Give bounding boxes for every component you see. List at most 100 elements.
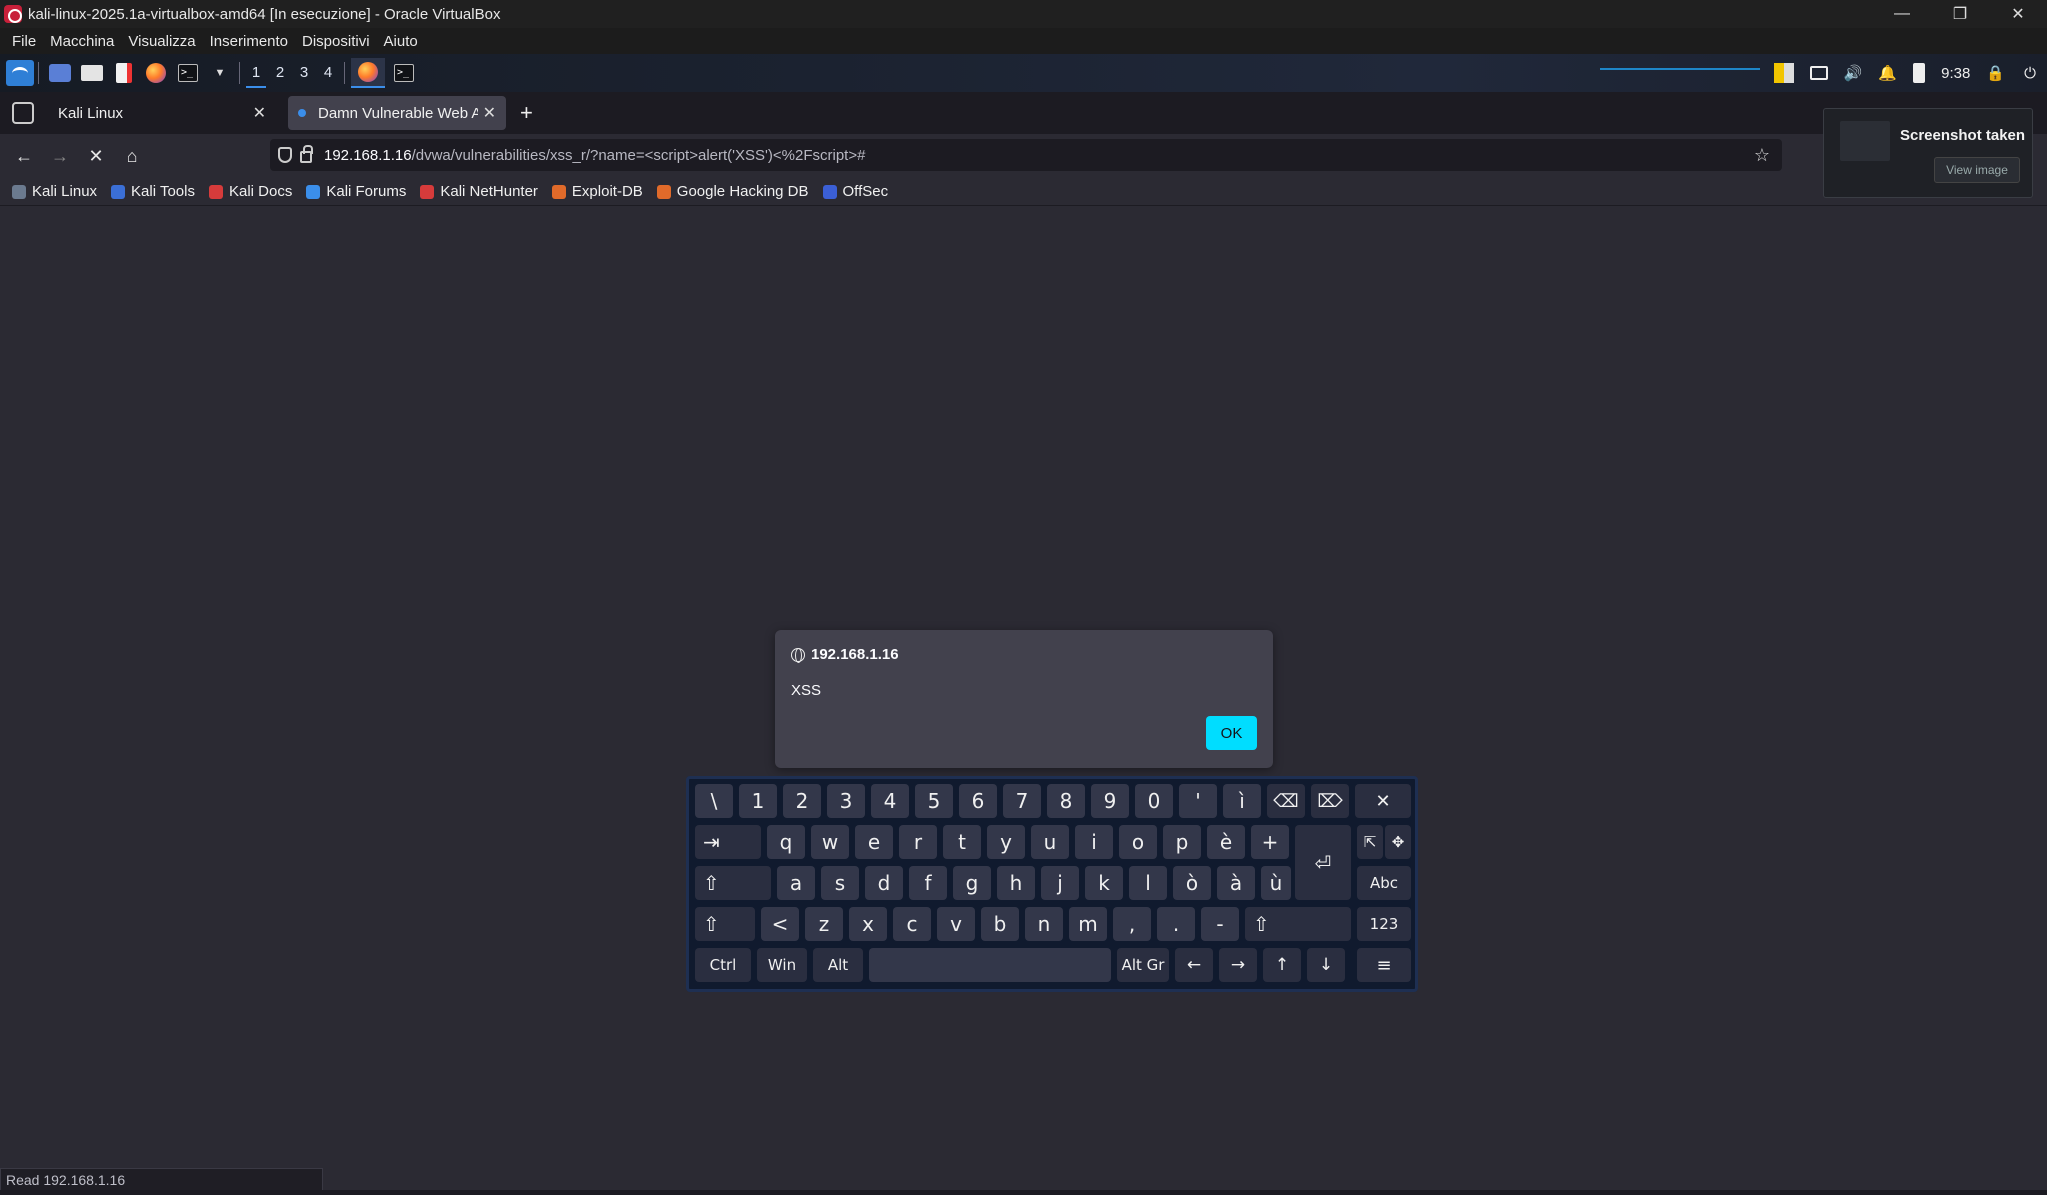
key-period[interactable]: . <box>1157 907 1195 941</box>
taskbar-terminal[interactable]: >_ <box>387 58 421 88</box>
menu-visualizza[interactable]: Visualizza <box>128 33 195 50</box>
enter-key[interactable]: ⏎ <box>1295 825 1351 900</box>
bookmark-google-hacking-db[interactable]: Google Hacking DB <box>656 183 809 200</box>
arrow-down-key[interactable]: ↓ <box>1307 948 1345 982</box>
bookmark-offsec[interactable]: OffSec <box>822 183 888 200</box>
volume-icon[interactable]: 🔊 <box>1844 64 1863 82</box>
bookmark-kali-nethunter[interactable]: Kali NetHunter <box>420 183 538 200</box>
key-e-grave[interactable]: è <box>1207 825 1245 859</box>
key-o[interactable]: o <box>1119 825 1157 859</box>
launcher-dropdown[interactable]: ▼ <box>205 58 235 88</box>
workspace-4[interactable]: 4 <box>316 58 340 88</box>
back-button[interactable]: ← <box>6 140 42 172</box>
key-s[interactable]: s <box>821 866 859 900</box>
bookmark-kali-tools[interactable]: Kali Tools <box>111 183 195 200</box>
ok-button[interactable]: OK <box>1206 716 1257 750</box>
bookmark-exploit-db[interactable]: Exploit-DB <box>551 183 643 200</box>
menu-dispositivi[interactable]: Dispositivi <box>302 33 370 50</box>
bookmark-kali-linux[interactable]: Kali Linux <box>12 183 97 200</box>
menu-file[interactable]: File <box>12 33 36 50</box>
menu-inserimento[interactable]: Inserimento <box>210 33 288 50</box>
tab-dvwa[interactable]: Damn Vulnerable Web Ap ✕ <box>288 96 506 130</box>
list-all-tabs-icon[interactable] <box>12 102 34 124</box>
arrow-right-key[interactable]: → <box>1219 948 1257 982</box>
key-7[interactable]: 7 <box>1003 784 1041 818</box>
key-a-grave[interactable]: à <box>1217 866 1255 900</box>
key-less-than[interactable]: < <box>761 907 799 941</box>
text-editor-button[interactable] <box>109 58 139 88</box>
arrow-left-key[interactable]: ← <box>1175 948 1213 982</box>
key-o-grave[interactable]: ò <box>1173 866 1211 900</box>
space-key[interactable] <box>869 948 1111 982</box>
key-e[interactable]: e <box>855 825 893 859</box>
power-icon[interactable]: ⏻ <box>2021 65 2039 82</box>
forward-button[interactable]: → <box>42 140 78 172</box>
tab-kali-linux[interactable]: Kali Linux ✕ <box>48 96 276 130</box>
workspace-2[interactable]: 2 <box>268 58 292 88</box>
key-u[interactable]: u <box>1031 825 1069 859</box>
key-4[interactable]: 4 <box>871 784 909 818</box>
abc-key[interactable]: Abc <box>1357 866 1411 900</box>
workspace-switcher-icon[interactable] <box>1773 63 1794 83</box>
key-9[interactable]: 9 <box>1091 784 1129 818</box>
bookmark-kali-forums[interactable]: Kali Forums <box>306 183 406 200</box>
key-w[interactable]: w <box>811 825 849 859</box>
key-3[interactable]: 3 <box>827 784 865 818</box>
clock[interactable]: 9:38 <box>1941 65 1970 82</box>
key-backslash[interactable]: \ <box>695 784 733 818</box>
screenshot-notification[interactable]: Screenshot taken View image <box>1823 108 2033 198</box>
stop-button[interactable]: ✕ <box>78 140 114 172</box>
caps-shift-key[interactable]: ⇧ <box>695 866 771 900</box>
key-0[interactable]: 0 <box>1135 784 1173 818</box>
new-tab-button[interactable]: + <box>520 100 533 126</box>
display-icon[interactable] <box>1809 66 1828 80</box>
keyboard-menu-key[interactable]: ≡ <box>1357 948 1411 982</box>
taskbar-firefox[interactable] <box>351 58 385 88</box>
key-6[interactable]: 6 <box>959 784 997 818</box>
key-x[interactable]: x <box>849 907 887 941</box>
restore-button[interactable]: ❐ <box>1931 0 1989 28</box>
tab-key[interactable]: ⇥ <box>695 825 761 859</box>
backspace-key[interactable]: ⌫ <box>1267 784 1305 818</box>
arrow-up-key[interactable]: ↑ <box>1263 948 1301 982</box>
key-i-grave[interactable]: ì <box>1223 784 1261 818</box>
key-h[interactable]: h <box>997 866 1035 900</box>
key-m[interactable]: m <box>1069 907 1107 941</box>
key-8[interactable]: 8 <box>1047 784 1085 818</box>
key-g[interactable]: g <box>953 866 991 900</box>
terminal-launcher[interactable]: >_ <box>173 58 203 88</box>
altgr-key[interactable]: Alt Gr <box>1117 948 1169 982</box>
close-tab-icon[interactable]: ✕ <box>253 103 266 123</box>
key-d[interactable]: d <box>865 866 903 900</box>
pointer-key[interactable]: ⇱ <box>1357 825 1383 859</box>
key-l[interactable]: l <box>1129 866 1167 900</box>
left-shift-key[interactable]: ⇧ <box>695 907 755 941</box>
key-minus[interactable]: - <box>1201 907 1239 941</box>
win-key[interactable]: Win <box>757 948 807 982</box>
key-comma[interactable]: , <box>1113 907 1151 941</box>
key-n[interactable]: n <box>1025 907 1063 941</box>
key-y[interactable]: y <box>987 825 1025 859</box>
show-desktop-button[interactable] <box>45 58 75 88</box>
key-u-grave[interactable]: ù <box>1261 866 1291 900</box>
ctrl-key[interactable]: Ctrl <box>695 948 751 982</box>
file-manager-button[interactable] <box>77 58 107 88</box>
notifications-icon[interactable]: 🔔 <box>1878 64 1897 82</box>
delete-key[interactable]: ⌦ <box>1311 784 1349 818</box>
key-r[interactable]: r <box>899 825 937 859</box>
key-q[interactable]: q <box>767 825 805 859</box>
key-i[interactable]: i <box>1075 825 1113 859</box>
numbers-key[interactable]: 123 <box>1357 907 1411 941</box>
key-k[interactable]: k <box>1085 866 1123 900</box>
key-b[interactable]: b <box>981 907 1019 941</box>
key-plus[interactable]: + <box>1251 825 1289 859</box>
home-button[interactable]: ⌂ <box>114 140 150 172</box>
key-t[interactable]: t <box>943 825 981 859</box>
kali-menu-button[interactable] <box>2 58 34 88</box>
view-image-button[interactable]: View image <box>1934 157 2020 183</box>
workspace-3[interactable]: 3 <box>292 58 316 88</box>
right-shift-key[interactable]: ⇧ <box>1245 907 1351 941</box>
close-keyboard-key[interactable]: ✕ <box>1355 784 1411 818</box>
bookmark-kali-docs[interactable]: Kali Docs <box>208 183 292 200</box>
battery-icon[interactable] <box>1913 63 1926 83</box>
